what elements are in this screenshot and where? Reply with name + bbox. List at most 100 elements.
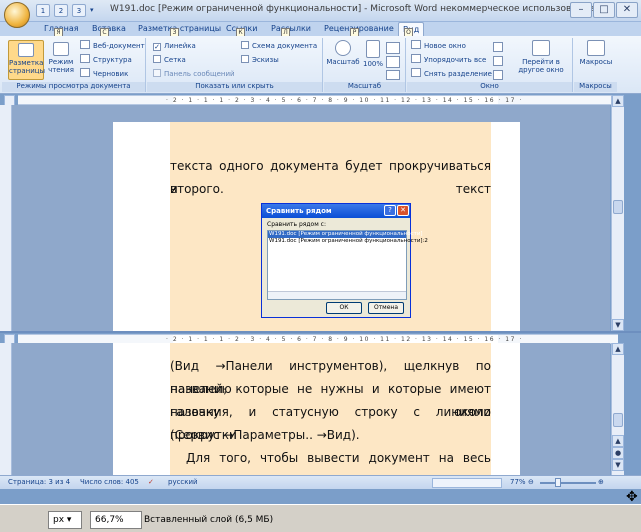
document-list[interactable]: W191.doc [Режим ограниченной функциональ… bbox=[267, 230, 428, 300]
vertical-scrollbar-bottom[interactable]: ▲ ▲ ● ▼ bbox=[611, 343, 624, 475]
one-page-icon[interactable] bbox=[386, 42, 400, 54]
scroll-thumb[interactable] bbox=[613, 413, 623, 427]
unit-value: px bbox=[53, 515, 65, 525]
qa-undo-button[interactable]: 2 bbox=[54, 4, 68, 17]
switch-windows-icon bbox=[532, 40, 550, 56]
macros-icon bbox=[587, 40, 605, 56]
scroll-thumb[interactable] bbox=[613, 200, 623, 214]
switch-windows-button[interactable]: Перейти в другое окно bbox=[515, 40, 567, 74]
qa-dropdown-icon[interactable]: ▾ bbox=[90, 6, 94, 14]
view-side-by-side-icon[interactable] bbox=[493, 42, 503, 52]
zoom-level[interactable]: 77% bbox=[510, 476, 526, 489]
new-window-label: Новое окно bbox=[424, 42, 466, 50]
window-title: W191.doc [Режим ограниченной функциональ… bbox=[110, 4, 595, 14]
macros-button[interactable]: Макросы bbox=[576, 40, 616, 66]
page-layout-icon bbox=[18, 43, 34, 57]
tab-page-layout[interactable]: Разметка страницы bbox=[138, 22, 221, 36]
draft-icon bbox=[80, 68, 90, 77]
view-buttons[interactable] bbox=[432, 478, 502, 488]
cancel-button[interactable]: Отмена bbox=[368, 302, 404, 314]
reading-mode-label: Режим чтения bbox=[48, 58, 74, 74]
group-macros: Макросы Макросы bbox=[574, 38, 618, 92]
grid-checkbox[interactable]: Сетка bbox=[153, 54, 186, 66]
sync-scroll-icon[interactable] bbox=[493, 56, 503, 66]
unit-select[interactable]: px ▾ bbox=[48, 511, 82, 529]
zoom-out-icon[interactable]: ⊖ bbox=[528, 476, 534, 489]
office-button[interactable] bbox=[4, 2, 30, 28]
right-gutter bbox=[625, 95, 641, 475]
move-cursor-icon: ✥ bbox=[626, 489, 638, 505]
scroll-up-icon[interactable]: ▲ bbox=[612, 343, 624, 355]
group-zoom: Масштаб 100% Масштаб bbox=[324, 38, 406, 92]
list-item[interactable]: W191.doc [Режим ограниченной функциональ… bbox=[268, 238, 428, 245]
remove-split-label: Снять разделение bbox=[424, 70, 492, 78]
reset-position-icon[interactable] bbox=[493, 70, 503, 80]
two-pages-icon[interactable] bbox=[386, 56, 400, 68]
outline-label: Структура bbox=[93, 56, 132, 64]
document-pane-bottom: (Вид →Панели инструментов), щелкнув по н… bbox=[0, 343, 610, 475]
reading-mode-icon bbox=[53, 42, 69, 56]
message-bar-check bbox=[153, 69, 161, 77]
ruler-checkbox[interactable]: ✓ Линейка bbox=[153, 40, 196, 52]
group-show-hide: ✓ Линейка Сетка Панель сообщений Схема до… bbox=[147, 38, 323, 92]
page-width-icon[interactable] bbox=[386, 70, 400, 80]
ok-button[interactable]: ОК bbox=[326, 302, 362, 314]
word-count[interactable]: Число слов: 405 bbox=[80, 476, 139, 489]
zoom-slider[interactable] bbox=[540, 482, 596, 484]
qa-save-button[interactable]: 1 bbox=[36, 4, 50, 17]
desktop-strip bbox=[0, 489, 641, 504]
scroll-down-icon[interactable]: ▼ bbox=[612, 319, 624, 331]
maximize-button[interactable]: □ bbox=[593, 2, 615, 18]
page-layout-button[interactable]: Разметка страницы bbox=[8, 40, 45, 80]
zoom-button[interactable]: Масштаб bbox=[326, 40, 360, 66]
group-label-views: Режимы просмотра документа bbox=[2, 82, 145, 92]
zoom-input[interactable]: 66,7% bbox=[90, 511, 142, 529]
proofing-icon[interactable]: ✓ bbox=[148, 476, 154, 489]
list-item[interactable]: W191.doc [Режим ограниченной функциональ… bbox=[268, 231, 423, 238]
compare-side-by-side-dialog: Сравнить рядом ? ✕ Сравнить рядом с: W19… bbox=[261, 203, 428, 318]
reading-mode-button[interactable]: Режим чтения bbox=[46, 40, 76, 74]
message-bar-checkbox[interactable]: Панель сообщений bbox=[153, 68, 235, 80]
doc-map-label: Схема документа bbox=[252, 42, 318, 50]
tab-mailings[interactable]: Рассылки bbox=[271, 22, 311, 36]
draft-button[interactable]: Черновик bbox=[80, 68, 128, 80]
zoom-100-button[interactable]: 100% bbox=[362, 40, 384, 68]
web-layout-button[interactable]: Веб-документ bbox=[80, 40, 145, 52]
remove-split-button[interactable]: Снять разделение bbox=[411, 68, 492, 80]
page-count[interactable]: Страница: 3 из 4 bbox=[8, 476, 70, 489]
list-hscrollbar[interactable] bbox=[268, 291, 406, 299]
outline-button[interactable]: Структура bbox=[80, 54, 132, 66]
close-button[interactable]: ✕ bbox=[616, 2, 638, 18]
web-label: Веб-документ bbox=[93, 42, 145, 50]
magnifier-icon bbox=[335, 40, 351, 56]
thumbnails-checkbox[interactable]: Эскизы bbox=[241, 54, 279, 66]
dialog-prompt: Сравнить рядом с: bbox=[267, 221, 326, 228]
group-label-show-hide: Показать или скрыть bbox=[147, 82, 322, 92]
dialog-close-button[interactable]: ✕ bbox=[397, 205, 409, 216]
next-page-icon[interactable]: ▼ bbox=[612, 459, 624, 471]
minimize-button[interactable]: – bbox=[570, 2, 592, 18]
language[interactable]: русский bbox=[168, 476, 198, 489]
group-window: Новое окно Упорядочить все Снять разделе… bbox=[407, 38, 573, 92]
layer-info: Вставленный слой (6,5 МБ) bbox=[144, 515, 274, 525]
doc-line: второго. bbox=[170, 182, 224, 196]
browse-object-icon[interactable]: ● bbox=[612, 447, 624, 459]
qa-redo-button[interactable]: 3 bbox=[72, 4, 86, 17]
horizontal-ruler-top[interactable]: · 2 · 1 · 1 · 1 · 2 · 3 · 4 · 5 · 6 · 7 … bbox=[18, 95, 618, 105]
scroll-up-icon[interactable]: ▲ bbox=[612, 95, 624, 107]
zoom-in-icon[interactable]: ⊕ bbox=[598, 476, 604, 489]
vertical-scrollbar-top[interactable]: ▲ ▼ bbox=[611, 95, 624, 332]
zoom-slider-thumb[interactable] bbox=[555, 478, 561, 487]
new-window-button[interactable]: Новое окно bbox=[411, 40, 466, 52]
draft-label: Черновик bbox=[93, 70, 129, 78]
dialog-help-button[interactable]: ? bbox=[384, 205, 396, 216]
prev-page-icon[interactable]: ▲ bbox=[612, 435, 624, 447]
thumbnails-label: Эскизы bbox=[252, 56, 279, 64]
message-bar-label: Панель сообщений bbox=[164, 70, 235, 78]
ruler-numbers: · 2 · 1 · 1 · 1 · 2 · 3 · 4 · 5 · 6 · 7 … bbox=[166, 97, 523, 104]
split-bar[interactable] bbox=[0, 331, 641, 333]
macros-label: Макросы bbox=[579, 58, 613, 66]
doc-map-checkbox[interactable]: Схема документа bbox=[241, 40, 317, 52]
doc-line: (Сервис →Параметры.. →Вид). bbox=[170, 428, 360, 442]
arrange-all-button[interactable]: Упорядочить все bbox=[411, 54, 486, 66]
